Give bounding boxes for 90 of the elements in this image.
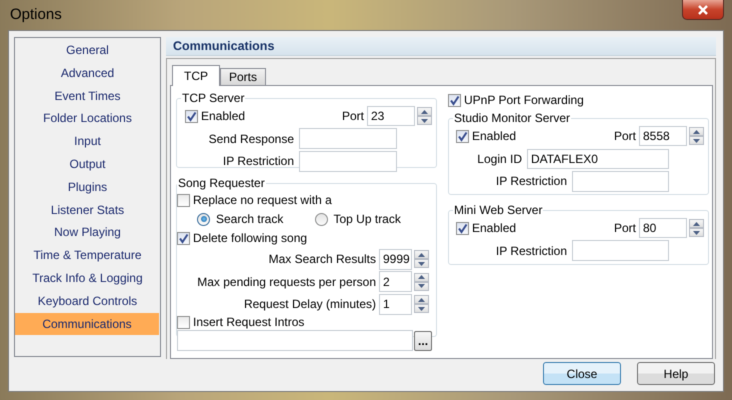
group-title: Studio Monitor Server [453, 111, 572, 125]
field-label: Send Response [208, 132, 295, 146]
input-field[interactable] [299, 128, 397, 150]
field-label: Login ID [476, 152, 523, 166]
checkbox[interactable] [177, 194, 190, 206]
checkbox-label: Enabled [472, 129, 516, 144]
window-title: Options [10, 6, 62, 23]
input-field[interactable] [177, 330, 414, 351]
sidebar-item[interactable]: Output [15, 152, 160, 176]
field-label: IP Restriction [494, 174, 568, 188]
spin-up-button[interactable] [414, 272, 429, 282]
sidebar-item[interactable]: Keyboard Controls [15, 290, 160, 313]
spin-down-button[interactable] [689, 228, 704, 238]
up-caret-icon [693, 130, 700, 134]
up-caret-icon [418, 298, 425, 302]
down-caret-icon [418, 262, 425, 266]
spin-down-button[interactable] [689, 136, 704, 146]
number-field[interactable]: 8558 [639, 126, 687, 146]
checkbox[interactable] [448, 94, 461, 106]
sidebar-item[interactable]: Input [15, 130, 160, 153]
down-caret-icon [693, 138, 700, 143]
field-label: Request Delay (minutes) [244, 297, 376, 312]
sidebar-item[interactable]: Listener Stats [15, 198, 160, 222]
up-caret-icon [418, 275, 425, 280]
field-label: Max Search Results [268, 252, 376, 266]
up-caret-icon [418, 252, 425, 257]
spin-up-button[interactable] [689, 127, 704, 136]
sidebar-item[interactable]: Plugins [15, 176, 160, 199]
down-caret-icon [693, 230, 700, 235]
field-label: Max pending requests per person [197, 274, 376, 289]
down-caret-icon [421, 118, 428, 123]
spin-down-button[interactable] [414, 259, 429, 268]
number-field[interactable]: 80 [639, 218, 687, 238]
browse-button[interactable]: ... [414, 330, 432, 350]
down-caret-icon [418, 306, 425, 311]
sidebar-item[interactable]: Communications [15, 312, 159, 336]
close-button[interactable] [682, 0, 724, 20]
number-field[interactable]: 9999 [379, 248, 412, 270]
tab[interactable]: TCP [172, 65, 220, 86]
number-field[interactable]: 2 [379, 271, 412, 292]
dialog-button[interactable]: Close [543, 362, 621, 385]
sidebar-item[interactable]: General [15, 39, 160, 62]
field-label: Port [614, 129, 636, 144]
checkbox-label: Enabled [201, 109, 246, 124]
field-label: IP Restriction [222, 154, 295, 168]
input-field[interactable] [572, 170, 669, 192]
close-icon [697, 4, 709, 14]
checkbox[interactable] [177, 316, 190, 328]
tab[interactable]: Ports [220, 68, 266, 85]
sidebar-item[interactable]: Time & Temperature [15, 244, 160, 267]
sidebar-item[interactable]: Now Playing [15, 221, 160, 244]
sidebar-item[interactable]: Event Times [15, 84, 160, 108]
checkbox-label: Insert Request Intros [193, 315, 304, 329]
down-caret-icon [418, 284, 425, 288]
group-title: Mini Web Server [453, 203, 544, 217]
checkbox-label: Replace no request with a [193, 193, 332, 207]
input-field[interactable] [572, 240, 669, 262]
sidebar-item[interactable]: Folder Locations [15, 107, 160, 130]
radio-button[interactable] [314, 212, 328, 226]
input-field[interactable]: DATAFLEX0 [527, 148, 669, 169]
checkbox-label: Delete following song [193, 231, 308, 245]
input-field[interactable] [299, 150, 397, 172]
sidebar-item[interactable]: Advanced [15, 62, 160, 85]
checkbox[interactable] [185, 110, 198, 123]
field-label: Port [614, 221, 636, 236]
checkbox-label: Enabled [472, 221, 516, 236]
spin-down-button[interactable] [417, 116, 432, 126]
up-caret-icon [421, 110, 428, 114]
radio-label: Top Up track [334, 212, 401, 226]
checkbox[interactable] [177, 232, 190, 244]
field-label: IP Restriction [494, 244, 568, 258]
sidebar-item[interactable]: Track Info & Logging [15, 266, 160, 290]
checkbox-label: UPnP Port Forwarding [464, 93, 584, 107]
up-caret-icon [693, 222, 700, 226]
number-field[interactable]: 23 [367, 106, 415, 126]
spin-down-button[interactable] [414, 304, 429, 314]
spin-up-button[interactable] [689, 219, 704, 228]
dialog-button[interactable]: Help [637, 362, 715, 385]
radio-button[interactable] [197, 212, 210, 226]
checkbox[interactable] [456, 222, 469, 235]
group-title: TCP Server [181, 91, 246, 105]
spin-up-button[interactable] [414, 250, 429, 260]
field-label: Port [342, 109, 364, 124]
spin-up-button[interactable] [414, 295, 429, 304]
group-title: Song Requester [177, 176, 266, 190]
panel-header: Communications [166, 37, 716, 56]
number-field[interactable]: 1 [379, 294, 412, 315]
checkbox[interactable] [456, 130, 469, 143]
radio-label: Search track [216, 212, 284, 226]
spin-up-button[interactable] [417, 107, 432, 116]
